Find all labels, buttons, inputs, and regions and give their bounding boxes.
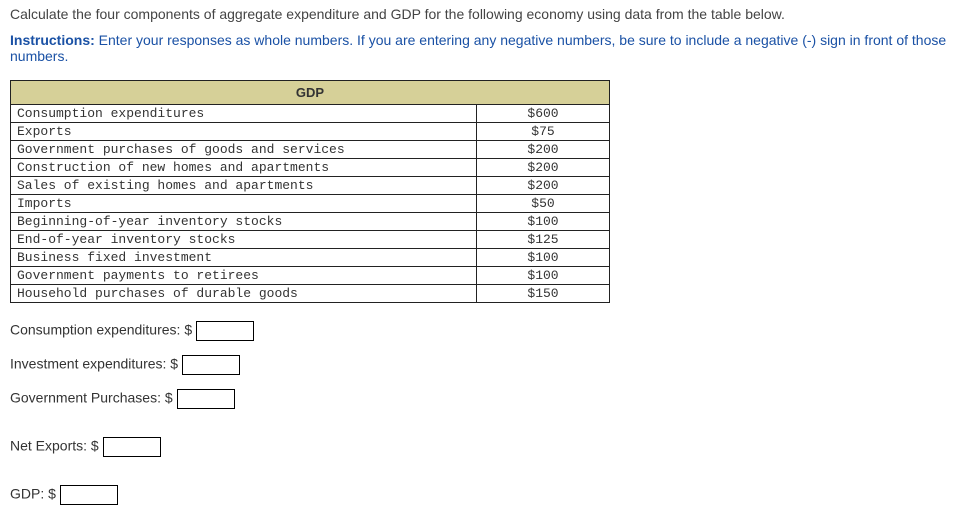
instructions-label: Instructions: xyxy=(10,32,95,48)
row-label: Beginning-of-year inventory stocks xyxy=(11,213,477,231)
table-row: Consumption expenditures$600 xyxy=(11,105,610,123)
row-label: Construction of new homes and apartments xyxy=(11,159,477,177)
netexports-input[interactable] xyxy=(103,437,161,457)
instructions-text: Enter your responses as whole numbers. I… xyxy=(10,32,946,64)
row-value: $100 xyxy=(477,249,610,267)
consumption-label: Consumption expenditures: $ xyxy=(10,322,196,338)
table-header: GDP xyxy=(11,81,610,105)
table-row: Beginning-of-year inventory stocks$100 xyxy=(11,213,610,231)
row-label: Imports xyxy=(11,195,477,213)
table-row: Imports$50 xyxy=(11,195,610,213)
government-answer-row: Government Purchases: $ xyxy=(10,389,960,409)
table-row: Sales of existing homes and apartments$2… xyxy=(11,177,610,195)
table-row: Construction of new homes and apartments… xyxy=(11,159,610,177)
netexports-label: Net Exports: $ xyxy=(10,438,103,454)
instructions-line: Instructions: Enter your responses as wh… xyxy=(10,32,960,64)
row-value: $600 xyxy=(477,105,610,123)
consumption-answer-row: Consumption expenditures: $ xyxy=(10,321,960,341)
row-value: $150 xyxy=(477,285,610,303)
table-row: End-of-year inventory stocks$125 xyxy=(11,231,610,249)
row-value: $75 xyxy=(477,123,610,141)
table-row: Government purchases of goods and servic… xyxy=(11,141,610,159)
table-row: Business fixed investment$100 xyxy=(11,249,610,267)
row-label: Sales of existing homes and apartments xyxy=(11,177,477,195)
row-label: Household purchases of durable goods xyxy=(11,285,477,303)
row-label: End-of-year inventory stocks xyxy=(11,231,477,249)
row-value: $125 xyxy=(477,231,610,249)
row-value: $200 xyxy=(477,141,610,159)
netexports-answer-row: Net Exports: $ xyxy=(10,437,960,457)
table-row: Government payments to retirees$100 xyxy=(11,267,610,285)
investment-input[interactable] xyxy=(182,355,240,375)
row-value: $100 xyxy=(477,213,610,231)
government-input[interactable] xyxy=(177,389,235,409)
row-value: $50 xyxy=(477,195,610,213)
question-prompt: Calculate the four components of aggrega… xyxy=(10,6,960,22)
table-row: Exports$75 xyxy=(11,123,610,141)
table-row: Household purchases of durable goods$150 xyxy=(11,285,610,303)
gdp-data-table: GDP Consumption expenditures$600 Exports… xyxy=(10,80,610,303)
row-label: Consumption expenditures xyxy=(11,105,477,123)
row-value: $200 xyxy=(477,177,610,195)
row-label: Business fixed investment xyxy=(11,249,477,267)
row-value: $200 xyxy=(477,159,610,177)
gdp-input[interactable] xyxy=(60,485,118,505)
row-label: Government purchases of goods and servic… xyxy=(11,141,477,159)
row-value: $100 xyxy=(477,267,610,285)
government-label: Government Purchases: $ xyxy=(10,390,177,406)
row-label: Exports xyxy=(11,123,477,141)
investment-label: Investment expenditures: $ xyxy=(10,356,178,372)
gdp-answer-row: GDP: $ xyxy=(10,485,960,505)
consumption-input[interactable] xyxy=(196,321,254,341)
investment-answer-row: Investment expenditures: $ xyxy=(10,355,960,375)
row-label: Government payments to retirees xyxy=(11,267,477,285)
gdp-label: GDP: $ xyxy=(10,486,56,502)
